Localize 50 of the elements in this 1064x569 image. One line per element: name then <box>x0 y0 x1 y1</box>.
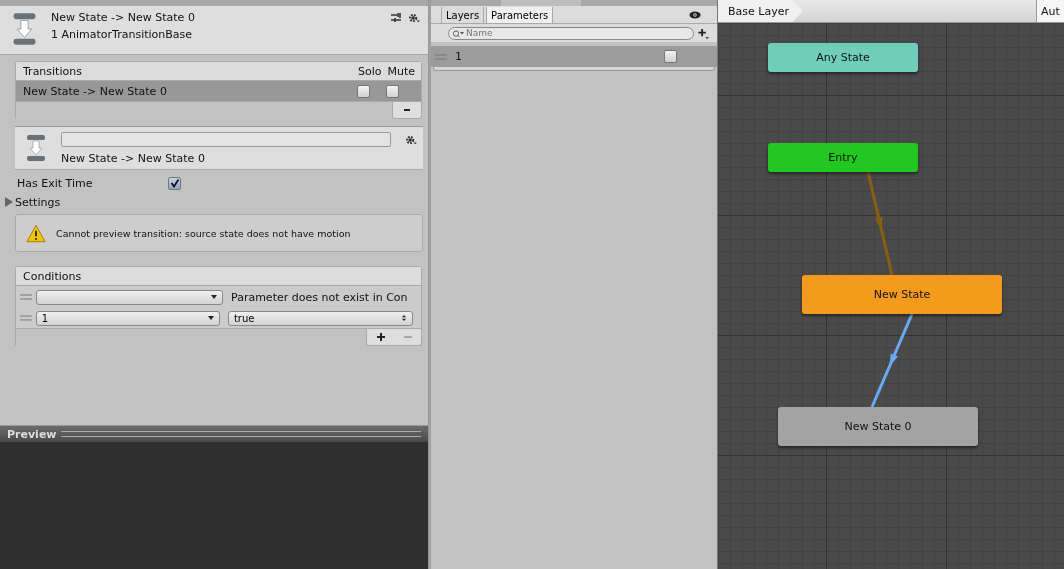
field-label: Has Exit Time <box>17 176 94 190</box>
transition-icon <box>25 134 47 162</box>
plus-icon <box>375 332 386 342</box>
caret-icon <box>207 315 214 321</box>
transition-arrow[interactable] <box>866 171 894 276</box>
settings-icon[interactable] <box>405 134 417 146</box>
solo-checkbox[interactable] <box>357 84 370 98</box>
value-dropdown[interactable]: true <box>227 310 413 326</box>
state-node[interactable]: New State 0 <box>778 407 978 446</box>
remove-button[interactable] <box>392 102 422 119</box>
breadcrumb[interactable]: Base Layer <box>718 0 803 22</box>
settings-foldout[interactable]: Settings <box>15 195 61 209</box>
foldout-arrow-icon[interactable] <box>5 197 13 207</box>
column-header: Solo <box>357 65 382 78</box>
transition-caption: New State -> New State 0 <box>61 152 206 165</box>
search-field[interactable]: Name <box>448 26 694 40</box>
warning-text: Cannot preview transition: source state does not have motion <box>56 227 351 239</box>
condition-message: Parameter does not exist in Con <box>231 290 408 304</box>
add-icon[interactable] <box>698 27 709 39</box>
parameter-dropdown[interactable]: 1 <box>35 310 220 326</box>
drag-handle-icon[interactable] <box>20 315 32 321</box>
inspector-title: New State -> New State 0 <box>51 11 196 24</box>
sliders-icon[interactable] <box>390 12 402 24</box>
parameter-checkbox[interactable] <box>664 50 677 63</box>
transition-arrow[interactable] <box>870 313 914 408</box>
column-header: Transitions <box>23 65 83 78</box>
transition-icon <box>12 12 37 46</box>
column-header: Mute <box>387 65 415 78</box>
state-node[interactable]: New State <box>802 275 1002 314</box>
panel-tab[interactable]: Parameters <box>486 7 554 23</box>
panel-tab[interactable]: Layers <box>441 7 485 23</box>
toolbar-button[interactable]: Aut <box>1036 0 1064 22</box>
caret-icon <box>211 294 217 300</box>
state-node[interactable]: Any State <box>768 43 918 72</box>
warning-icon <box>26 223 46 243</box>
exit-time-checkbox[interactable] <box>168 176 181 190</box>
updown-caret-icon <box>401 315 407 321</box>
name-field[interactable] <box>61 132 391 147</box>
state-node[interactable]: Entry <box>768 143 918 172</box>
settings-icon[interactable] <box>408 12 420 24</box>
transition-row[interactable]: New State -> New State 0 <box>16 81 421 101</box>
preview-title: Preview <box>7 427 57 441</box>
column-header: Conditions <box>23 270 82 283</box>
search-icon <box>452 29 464 38</box>
parameter-row[interactable]: 1 <box>431 46 717 67</box>
mute-checkbox[interactable] <box>386 84 399 98</box>
eye-icon[interactable] <box>689 10 701 19</box>
drag-handle-icon[interactable] <box>20 294 32 300</box>
parameter-dropdown[interactable] <box>36 289 223 305</box>
inspector-subtitle: 1 AnimatorTransitionBase <box>51 28 194 41</box>
